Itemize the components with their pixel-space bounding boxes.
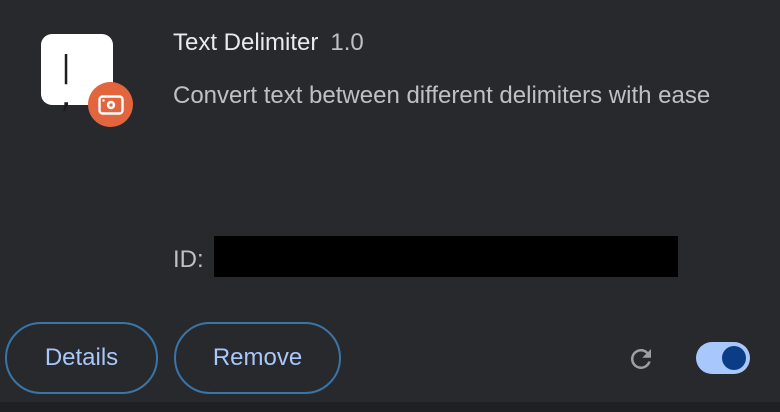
reload-icon (631, 349, 651, 369)
extension-title: Text Delimiter 1.0 (173, 29, 364, 57)
extension-id-label: ID: (173, 246, 204, 273)
reload-button[interactable] (622, 340, 660, 378)
extension-card: | , Text Delimiter 1.0 Convert text betwe… (0, 0, 780, 412)
remove-button[interactable]: Remove (174, 322, 341, 394)
card-divider (0, 402, 780, 412)
toggle-knob (722, 346, 746, 370)
details-button[interactable]: Details (5, 322, 158, 394)
hard-drive-icon (97, 94, 124, 115)
extension-id-redacted (214, 236, 678, 277)
extension-version: 1.0 (330, 29, 364, 56)
unpacked-extension-icon (88, 82, 133, 127)
enable-toggle[interactable] (696, 342, 750, 374)
extension-name: Text Delimiter (173, 29, 319, 56)
extension-description: Convert text between different delimiter… (173, 82, 711, 109)
